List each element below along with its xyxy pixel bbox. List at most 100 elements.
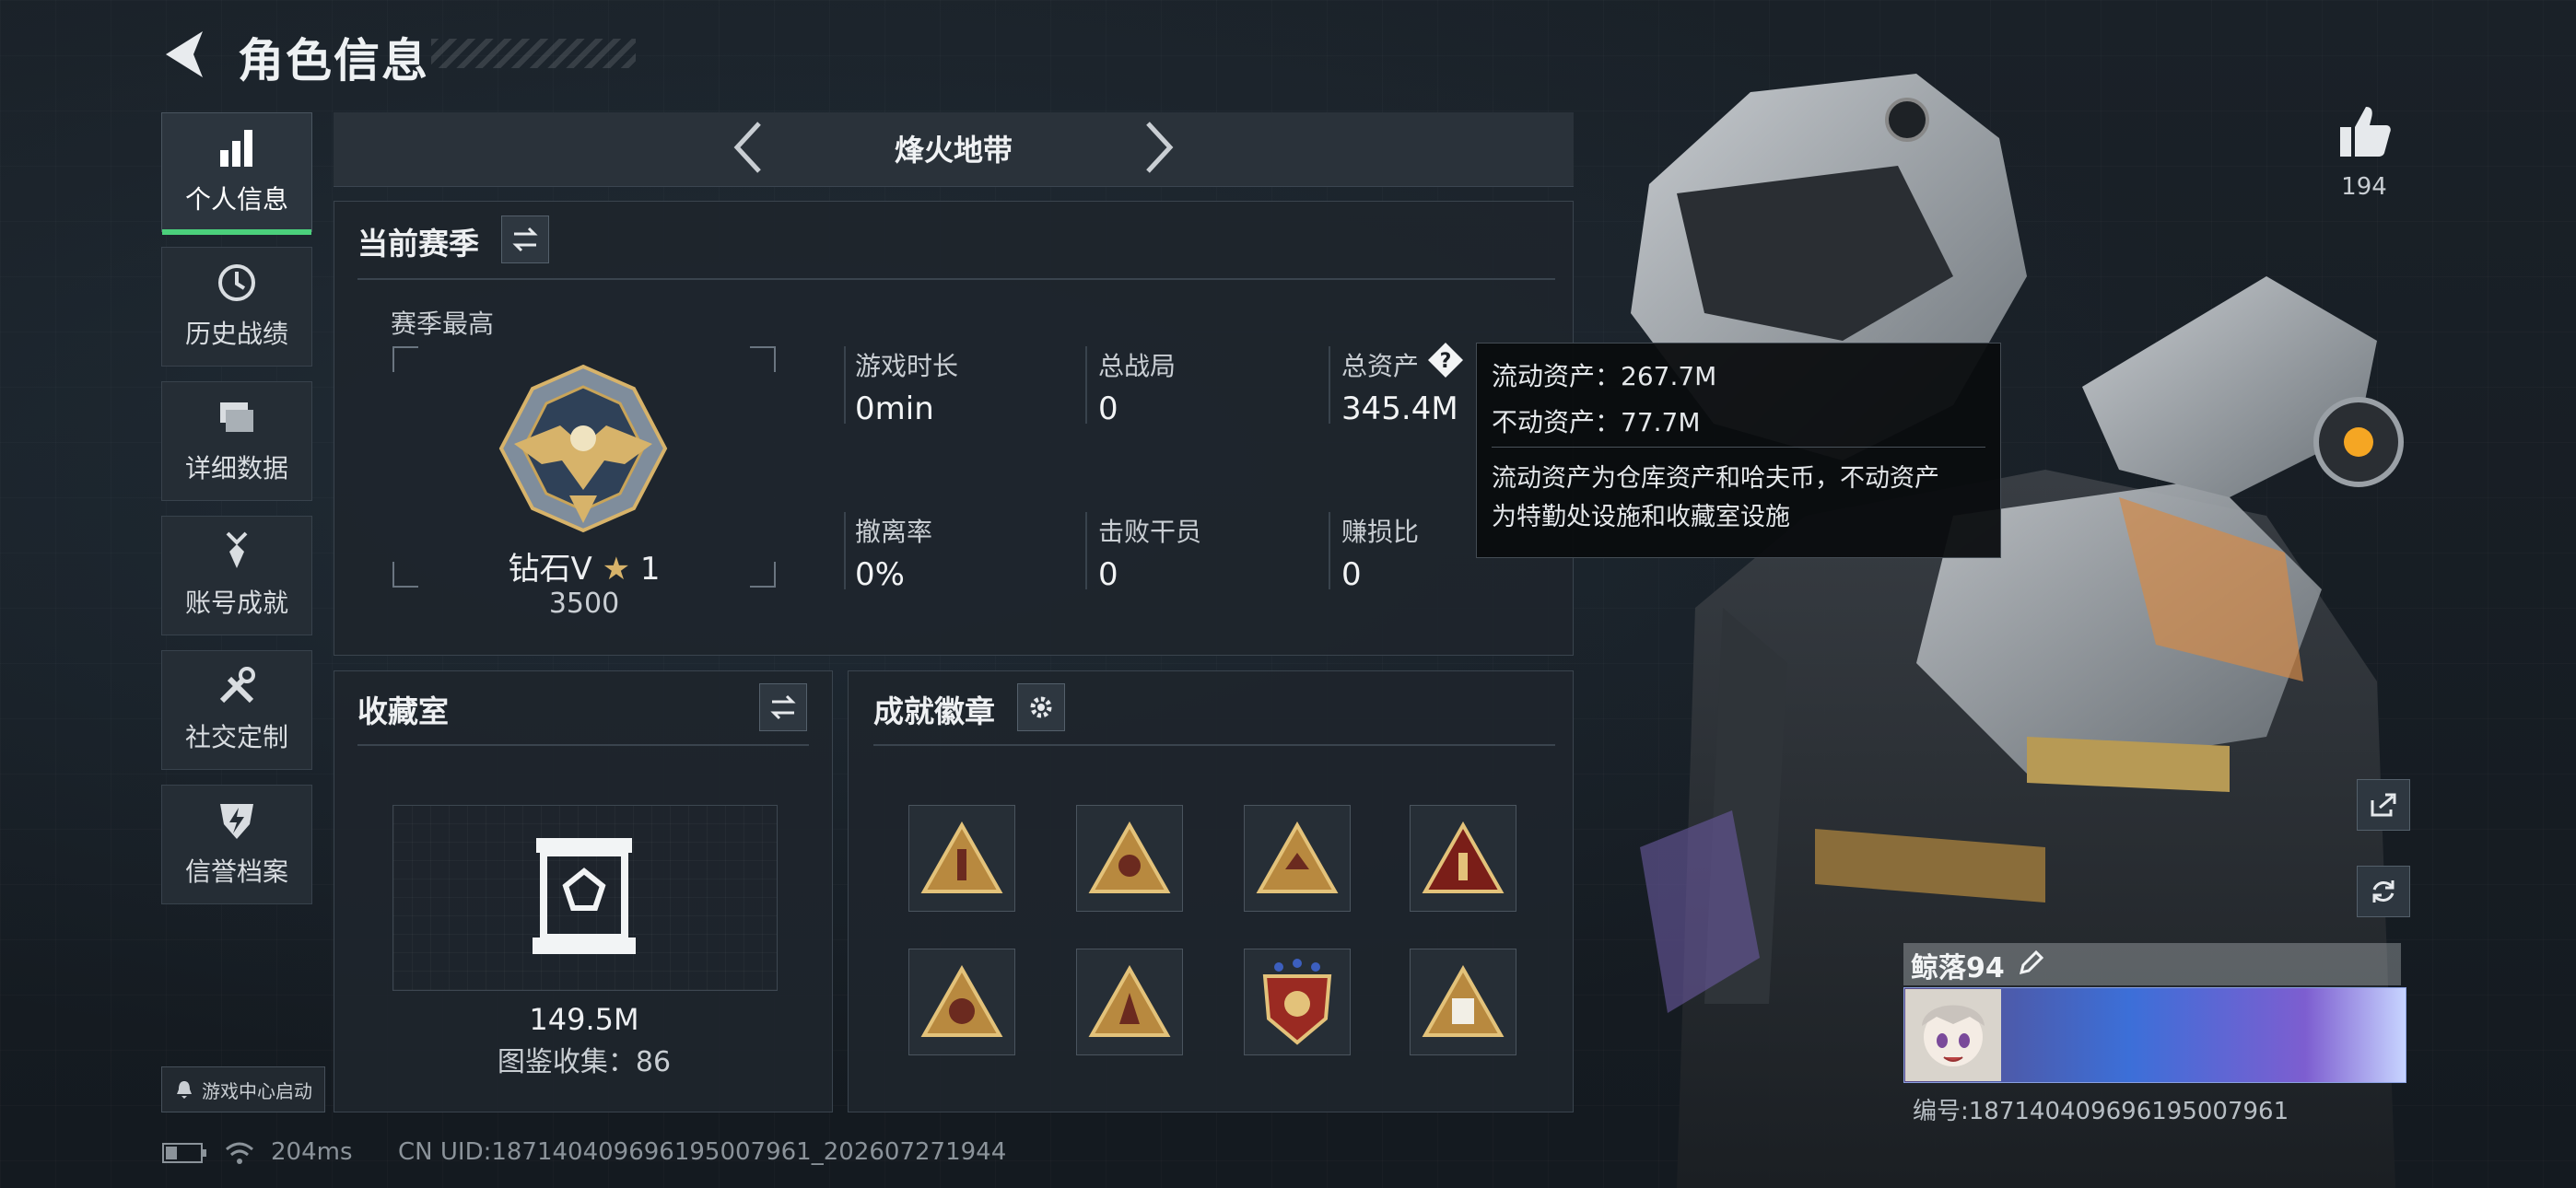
thumbs-up-icon[interactable] xyxy=(2336,101,2392,160)
edit-pencil-icon[interactable] xyxy=(2016,949,2045,978)
achievement-badge[interactable] xyxy=(908,949,1015,1055)
title-decoration xyxy=(431,39,636,68)
player-name: 鲸落94 xyxy=(1911,952,2005,984)
shield-bolt-icon xyxy=(220,804,253,839)
swap-icon xyxy=(512,227,538,252)
stat-label-extract-rate: 撤离率 xyxy=(855,517,933,547)
triangle-badge-icon xyxy=(920,821,1003,893)
triangle-badge-icon xyxy=(1088,965,1171,1037)
rank-stars: 1 xyxy=(639,551,661,588)
achievement-badge[interactable] xyxy=(1076,805,1183,912)
sidebar-item-label: 详细数据 xyxy=(184,453,288,483)
achievement-badge[interactable] xyxy=(1410,805,1516,912)
stat-value-kills: 0 xyxy=(1098,556,1118,593)
divider xyxy=(1085,346,1087,424)
divider xyxy=(1329,346,1330,424)
asset-breakdown-tooltip: 流动资产：267.7M 不动资产：77.7M 流动资产为仓库资产和哈夫币，不动资… xyxy=(1476,343,2001,558)
sidebar-item-label: 个人信息 xyxy=(184,184,288,215)
divider xyxy=(357,278,1555,280)
sidebar-item-label: 账号成就 xyxy=(184,588,288,618)
stat-value-playtime: 0min xyxy=(855,390,934,427)
next-mode-arrow-icon[interactable] xyxy=(1141,120,1177,175)
stat-label-playtime: 游戏时长 xyxy=(855,351,959,381)
display-case-icon xyxy=(533,838,636,954)
achievement-badge[interactable] xyxy=(908,805,1015,912)
season-panel-title: 当前赛季 xyxy=(357,226,479,262)
ping-value: 204ms xyxy=(271,1138,353,1166)
bell-icon xyxy=(177,1081,192,1099)
sidebar-item-achievements[interactable]: 账号成就 xyxy=(161,516,312,635)
sidebar-item-detailed-data[interactable]: 详细数据 xyxy=(161,381,312,501)
folder-icon xyxy=(220,402,253,432)
achievements-settings-button[interactable] xyxy=(1017,683,1065,731)
season-switch-button[interactable] xyxy=(501,215,549,263)
divider xyxy=(1329,512,1330,589)
share-icon xyxy=(2371,793,2396,817)
tools-icon xyxy=(219,667,255,704)
achievement-badge[interactable] xyxy=(1244,949,1351,1055)
svg-text:?: ? xyxy=(1440,350,1452,373)
divider xyxy=(844,512,846,589)
refresh-icon xyxy=(2372,880,2395,903)
tooltip-liquid-assets: 流动资产：267.7M xyxy=(1492,361,1717,391)
triangle-badge-icon xyxy=(1422,965,1505,1037)
mode-title: 烽火地带 xyxy=(894,133,1013,168)
triangle-badge-icon xyxy=(1256,821,1339,893)
stat-value-extract-rate: 0% xyxy=(855,556,905,593)
back-arrow-icon[interactable] xyxy=(158,28,208,81)
achievement-badge[interactable] xyxy=(1244,805,1351,912)
prev-mode-arrow-icon[interactable] xyxy=(730,120,767,175)
battery-icon xyxy=(162,1143,206,1163)
collection-title: 收藏室 xyxy=(357,693,449,729)
player-id: 编号:18714040969619500796​1 xyxy=(1913,1098,2289,1125)
page-title: 角色信息 xyxy=(238,34,429,87)
game-center-label: 游戏中心启动 xyxy=(202,1079,312,1102)
tooltip-fixed-assets: 不动资产：77.7M xyxy=(1492,407,1701,437)
achievements-title: 成就徽章 xyxy=(873,693,995,729)
diamond-rank-eagle-emblem xyxy=(498,364,668,533)
triangle-number-badge-icon xyxy=(1422,821,1505,893)
swap-icon xyxy=(770,694,796,720)
tooltip-description-line1: 流动资产为仓库资产和哈夫币，不动资产 xyxy=(1492,464,1939,493)
stat-label-profit-ratio: 赚损比 xyxy=(1341,517,1420,547)
tooltip-description-line2: 为特勤处设施和收藏室设施 xyxy=(1492,503,1790,531)
sidebar-item-reputation[interactable]: 信誉档案 xyxy=(161,785,312,904)
stat-label-total-assets: 总资产 xyxy=(1341,351,1420,381)
triangle-badge-icon xyxy=(920,965,1003,1037)
wifi-icon xyxy=(226,1142,253,1164)
player-avatar[interactable] xyxy=(1905,989,2001,1081)
sidebar-item-label: 社交定制 xyxy=(184,722,288,752)
medal-icon xyxy=(226,531,248,568)
sidebar-item-label: 历史战绩 xyxy=(184,319,288,349)
clock-icon xyxy=(218,264,255,301)
game-center-launch-button[interactable]: 游戏中心启动 xyxy=(161,1066,325,1112)
stat-value-profit-ratio: 0 xyxy=(1341,556,1362,593)
sidebar-item-personal-info[interactable]: 个人信息 xyxy=(161,112,312,235)
refresh-button[interactable] xyxy=(2357,866,2410,917)
sidebar-item-social-custom[interactable]: 社交定制 xyxy=(161,650,312,770)
divider xyxy=(844,346,846,424)
uid-text: CN UID:18714040969619500796​1_2026072719… xyxy=(398,1138,1007,1166)
sidebar-item-label: 信誉档案 xyxy=(184,856,288,887)
rank-name-row: 钻石V ★ 1 xyxy=(392,543,776,588)
asset-help-button[interactable]: ? xyxy=(1426,341,1465,379)
stat-label-total-matches: 总战局 xyxy=(1098,351,1177,381)
collection-switch-button[interactable] xyxy=(759,683,807,731)
star-icon: ★ xyxy=(602,551,631,588)
achievement-badge[interactable] xyxy=(1410,949,1516,1055)
divider xyxy=(357,744,809,746)
collection-value: 149.5M xyxy=(529,1002,639,1037)
stat-value-total-assets: 345.4M xyxy=(1341,390,1458,427)
collection-count: 图鉴收集：86 xyxy=(497,1046,672,1078)
share-button[interactable] xyxy=(2357,779,2410,831)
rank-score: 3500 xyxy=(548,588,620,620)
rank-name: 钻石V xyxy=(508,551,592,588)
season-best-label: 赛季最高 xyxy=(391,309,495,339)
stat-label-kills: 击败干员 xyxy=(1098,517,1202,547)
like-count: 194 xyxy=(2341,173,2387,201)
divider xyxy=(1085,512,1087,589)
achievement-badge[interactable] xyxy=(1076,949,1183,1055)
shield-star-badge-icon xyxy=(1262,959,1332,1045)
question-diamond-icon: ? xyxy=(1428,343,1463,378)
sidebar-item-history[interactable]: 历史战绩 xyxy=(161,247,312,367)
